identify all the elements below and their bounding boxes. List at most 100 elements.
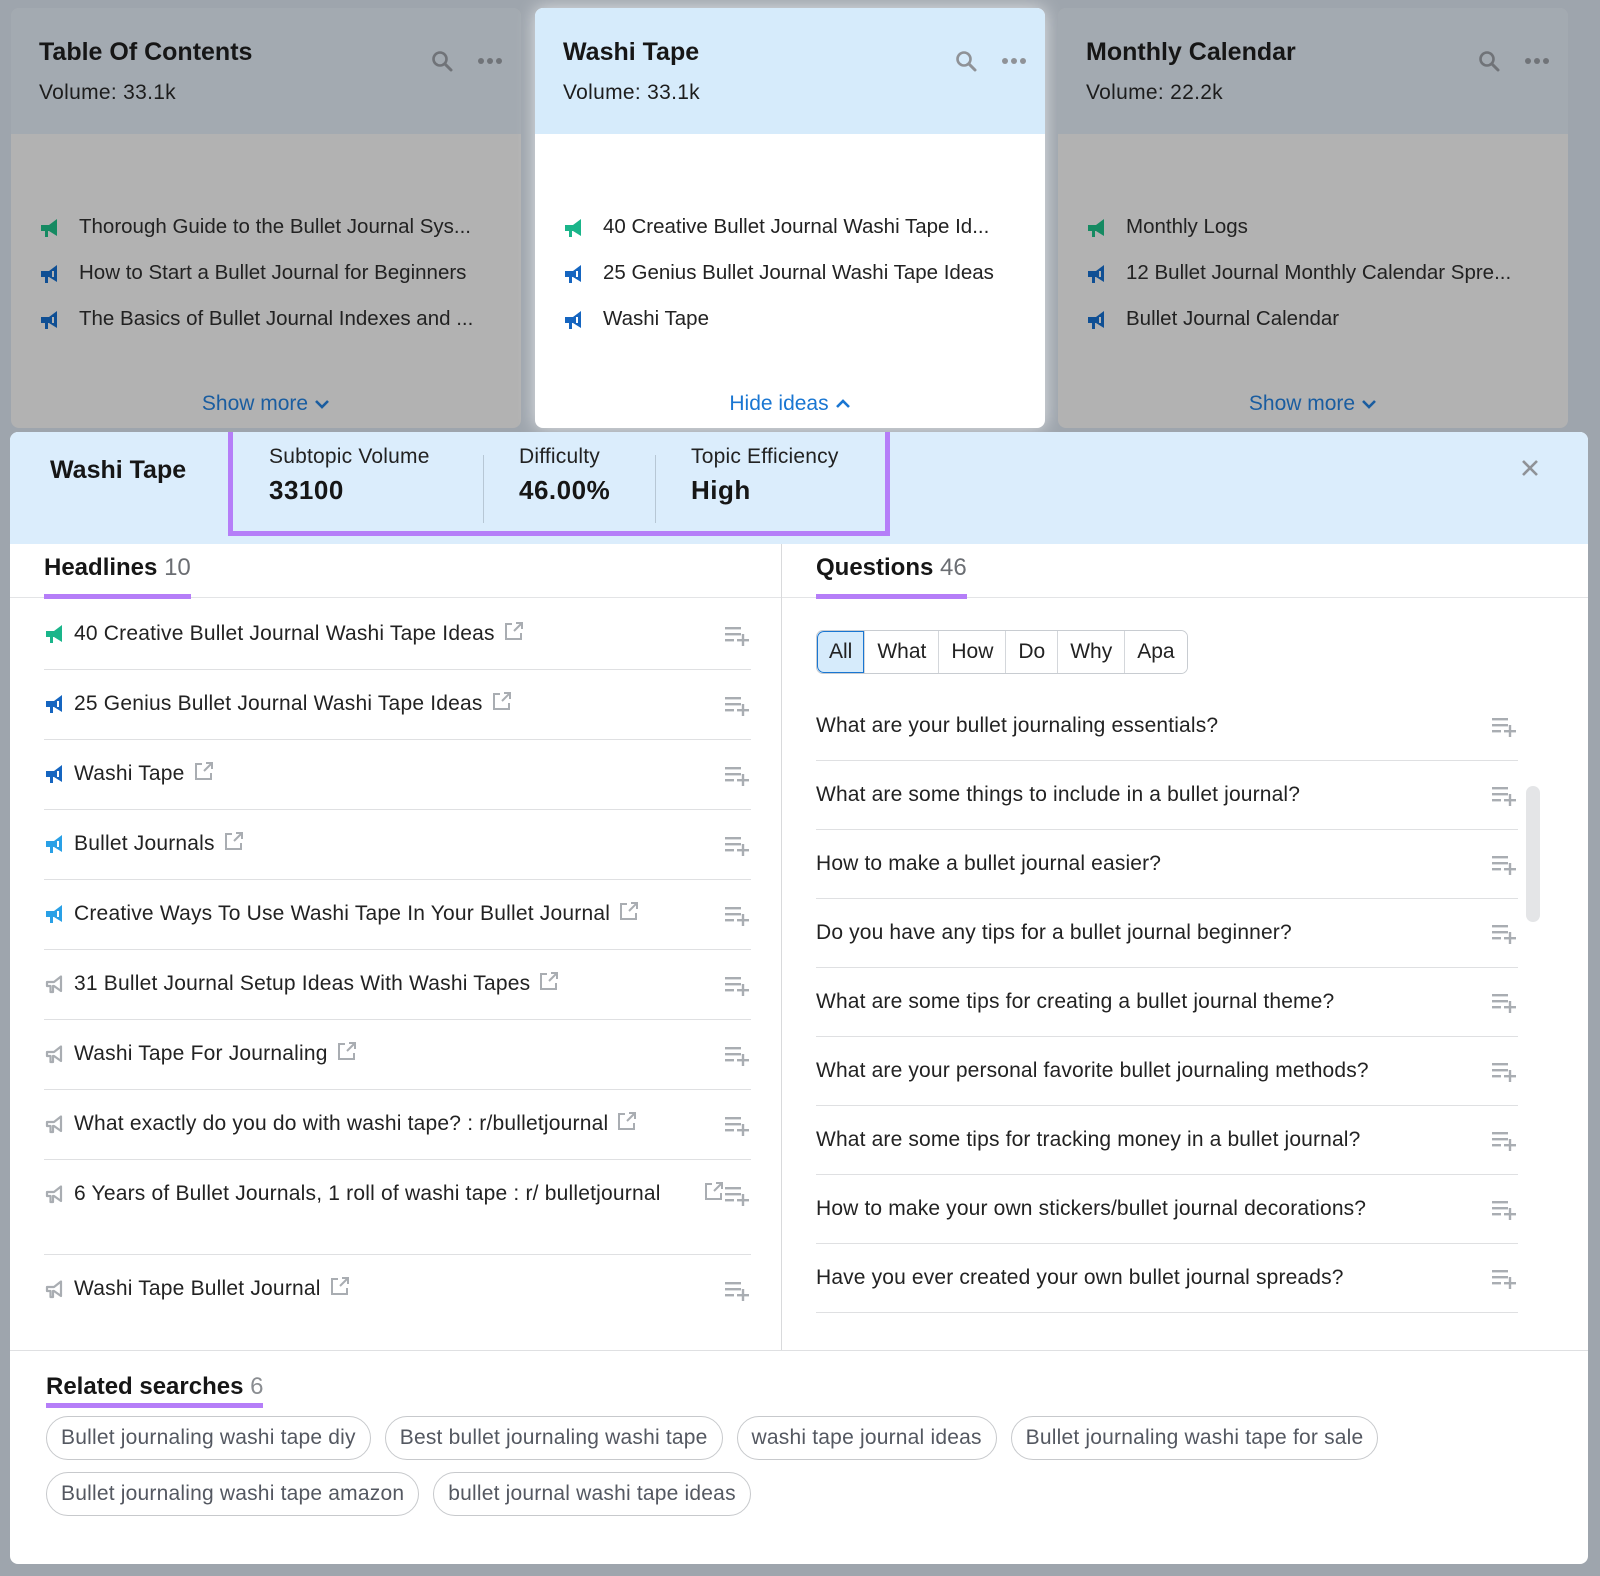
add-to-list-icon[interactable] (725, 834, 751, 861)
topic-card-monthly-calendar[interactable]: Monthly Calendar Volume: 22.2k Monthly L… (1058, 8, 1568, 428)
show-more-button[interactable]: Show more (11, 392, 521, 416)
question-text[interactable]: Do you have any tips for a bullet journa… (816, 921, 1292, 945)
add-to-list-icon[interactable] (725, 904, 751, 931)
question-text[interactable]: How to make a bullet journal easier? (816, 852, 1161, 876)
add-to-list-icon[interactable] (1492, 784, 1518, 812)
chevron-down-icon (315, 400, 330, 409)
external-link-icon[interactable] (223, 830, 245, 860)
more-options-icon[interactable] (477, 48, 503, 74)
tab-headlines[interactable]: Headlines 10 (44, 554, 191, 599)
filter-apa[interactable]: Apa (1124, 631, 1187, 673)
external-link-icon[interactable] (703, 1180, 725, 1207)
related-search-chip[interactable]: Bullet journaling washi tape amazon (46, 1472, 420, 1516)
add-to-list-icon[interactable] (725, 1184, 751, 1211)
more-options-icon[interactable] (1001, 48, 1027, 74)
headline-row: 40 Creative Bullet Journal Washi Tape Id… (44, 600, 751, 670)
idea-item[interactable]: 12 Bullet Journal Monthly Calendar Spre.… (1086, 250, 1540, 296)
external-link-icon[interactable] (329, 1275, 351, 1305)
filter-why[interactable]: Why (1057, 631, 1125, 673)
more-options-icon[interactable] (1524, 48, 1550, 74)
related-searches-section: Related searches 6 Bullet journaling was… (10, 1350, 1588, 1564)
related-search-chips: Bullet journaling washi tape diy Best bul… (46, 1416, 1526, 1516)
search-icon[interactable] (429, 48, 455, 74)
card-header: Washi Tape Volume: 33.1k (535, 8, 1045, 134)
add-to-list-icon[interactable] (1492, 1267, 1518, 1295)
external-link-icon[interactable] (491, 690, 513, 720)
topic-card-table-of-contents[interactable]: Table Of Contents Volume: 33.1k Thorough… (11, 8, 521, 428)
question-text[interactable]: How to make your own stickers/bullet jou… (816, 1197, 1366, 1221)
metric-subtopic-volume: Subtopic Volume 33100 (269, 445, 430, 505)
related-search-chip[interactable]: Bullet journaling washi tape diy (46, 1416, 371, 1460)
external-link-icon[interactable] (538, 970, 560, 1000)
related-search-chip[interactable]: Bullet journaling washi tape for sale (1010, 1416, 1379, 1460)
add-to-list-icon[interactable] (1492, 1129, 1518, 1157)
hide-ideas-button[interactable]: Hide ideas (535, 392, 1045, 416)
related-search-chip[interactable]: washi tape journal ideas (736, 1416, 997, 1460)
idea-item[interactable]: 40 Creative Bullet Journal Washi Tape Id… (563, 204, 1017, 250)
add-to-list-icon[interactable] (725, 974, 751, 1001)
filter-what[interactable]: What (864, 631, 939, 673)
add-to-list-icon[interactable] (1492, 922, 1518, 950)
tab-questions[interactable]: Questions 46 (816, 554, 967, 599)
question-text[interactable]: What are some things to include in a bul… (816, 783, 1300, 807)
question-text[interactable]: What are your personal favorite bullet j… (816, 1059, 1369, 1083)
megaphone-icon (41, 311, 57, 329)
panel-topic-title: Washi Tape (50, 456, 187, 484)
questions-scrollbar[interactable] (1526, 786, 1540, 922)
add-to-list-icon[interactable] (725, 694, 751, 721)
external-link-icon[interactable] (336, 1040, 358, 1070)
idea-item[interactable]: Thorough Guide to the Bullet Journal Sys… (39, 204, 493, 250)
headline-link[interactable]: Bullet Journals (74, 830, 245, 860)
card-header: Table Of Contents Volume: 33.1k (11, 8, 521, 134)
idea-item[interactable]: 25 Genius Bullet Journal Washi Tape Idea… (563, 250, 1017, 296)
headline-link[interactable]: Washi Tape For Journaling (74, 1040, 358, 1070)
headline-link[interactable]: What exactly do you do with washi tape? … (74, 1110, 638, 1140)
megaphone-icon (45, 1115, 63, 1134)
add-to-list-icon[interactable] (1492, 1060, 1518, 1088)
idea-item[interactable]: Monthly Logs (1086, 204, 1540, 250)
external-link-icon[interactable] (618, 900, 640, 930)
topic-card-washi-tape[interactable]: Washi Tape Volume: 33.1k 40 Creative Bul… (535, 8, 1045, 428)
megaphone-icon (1088, 311, 1104, 329)
headline-link[interactable]: 25 Genius Bullet Journal Washi Tape Idea… (74, 690, 513, 720)
question-text[interactable]: What are some tips for creating a bullet… (816, 990, 1334, 1014)
related-search-chip[interactable]: bullet journal washi tape ideas (433, 1472, 751, 1516)
headline-link[interactable]: Washi Tape Bullet Journal (74, 1275, 351, 1305)
headline-link[interactable]: Washi Tape (74, 760, 215, 790)
headline-link[interactable]: 40 Creative Bullet Journal Washi Tape Id… (74, 620, 525, 650)
question-text[interactable]: Have you ever created your own bullet jo… (816, 1266, 1344, 1290)
add-to-list-icon[interactable] (1492, 991, 1518, 1019)
add-to-list-icon[interactable] (725, 764, 751, 791)
question-text[interactable]: What are some tips for tracking money in… (816, 1128, 1360, 1152)
add-to-list-icon[interactable] (725, 1044, 751, 1071)
headline-row: Bullet Journals (44, 810, 751, 880)
search-icon[interactable] (953, 48, 979, 74)
questions-section: Questions 46 All What How Do Why Apa What are… (782, 544, 1588, 1350)
search-icon[interactable] (1476, 48, 1502, 74)
external-link-icon[interactable] (193, 760, 215, 790)
card-title: Washi Tape (563, 38, 700, 66)
add-to-list-icon[interactable] (725, 624, 751, 651)
filter-do[interactable]: Do (1005, 631, 1058, 673)
add-to-list-icon[interactable] (725, 1279, 751, 1306)
related-search-chip[interactable]: Best bullet journaling washi tape (384, 1416, 723, 1460)
external-link-icon[interactable] (503, 620, 525, 650)
idea-item[interactable]: How to Start a Bullet Journal for Beginn… (39, 250, 493, 296)
show-more-button[interactable]: Show more (1058, 392, 1568, 416)
filter-all[interactable]: All (817, 631, 865, 673)
headline-row: Creative Ways To Use Washi Tape In Your … (44, 880, 751, 950)
headline-link[interactable]: Creative Ways To Use Washi Tape In Your … (74, 900, 640, 930)
add-to-list-icon[interactable] (1492, 853, 1518, 881)
question-text[interactable]: What are your bullet journaling essentia… (816, 714, 1218, 738)
idea-item[interactable]: Washi Tape (563, 296, 1017, 342)
external-link-icon[interactable] (616, 1110, 638, 1140)
idea-item[interactable]: The Basics of Bullet Journal Indexes and… (39, 296, 493, 342)
add-to-list-icon[interactable] (1492, 1198, 1518, 1226)
add-to-list-icon[interactable] (725, 1114, 751, 1141)
add-to-list-icon[interactable] (1492, 715, 1518, 743)
close-icon[interactable] (1516, 454, 1544, 482)
filter-how[interactable]: How (938, 631, 1006, 673)
headline-link[interactable]: 31 Bullet Journal Setup Ideas With Washi… (74, 970, 560, 1000)
headline-link[interactable]: 6 Years of Bullet Journals, 1 roll of wa… (74, 1180, 661, 1208)
idea-item[interactable]: Bullet Journal Calendar (1086, 296, 1540, 342)
